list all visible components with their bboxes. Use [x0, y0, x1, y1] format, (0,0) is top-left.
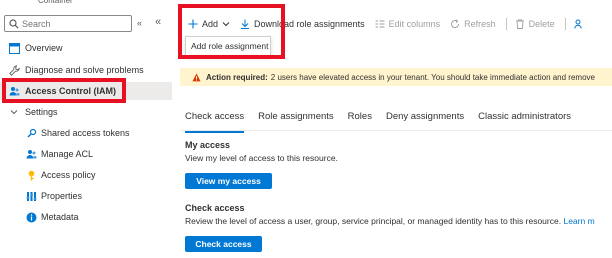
sidebar-item-label: Access policy — [41, 170, 96, 180]
sidebar-item-access-policy[interactable]: Access policy — [0, 166, 172, 184]
banner-text: 2 users have elevated access in your ten… — [270, 72, 595, 82]
sidebar-item-label: Overview — [25, 43, 63, 53]
sidebar: Container « « Overview Diagnose and solv… — [0, 0, 172, 258]
check-access-description-text: Review the level of access a user, group… — [185, 216, 562, 226]
download-icon — [241, 19, 250, 29]
sidebar-item-access-control[interactable]: Access Control (IAM) — [0, 82, 172, 100]
sidebar-item-metadata[interactable]: Metadata — [0, 208, 172, 226]
tab-deny-assignments[interactable]: Deny assignments — [386, 111, 464, 127]
sidebar-group-settings[interactable]: Settings — [0, 103, 172, 121]
edit-columns-label: Edit columns — [388, 19, 441, 29]
feedback-button[interactable] — [573, 19, 588, 29]
view-my-access-button[interactable]: View my access — [185, 173, 272, 189]
command-bar: Add Download role assignments Edit colum… — [180, 14, 612, 34]
delete-button[interactable]: Delete — [515, 19, 555, 29]
refresh-label: Refresh — [464, 19, 496, 29]
sidebar-group-label: Settings — [25, 107, 58, 117]
banner-strong-text: Action required: — [206, 72, 268, 82]
refresh-icon — [451, 19, 460, 29]
warning-icon — [192, 72, 201, 81]
refresh-button[interactable]: Refresh — [450, 19, 496, 29]
sidebar-item-label: Shared access tokens — [41, 128, 130, 138]
resource-type-label: Container — [38, 0, 73, 5]
sidebar-item-label: Metadata — [41, 212, 79, 222]
info-icon — [26, 212, 37, 223]
people-icon — [26, 150, 37, 159]
learn-more-link[interactable]: Learn m — [563, 216, 594, 226]
check-access-button[interactable]: Check access — [185, 236, 262, 252]
my-access-title: My access — [185, 140, 231, 150]
sidebar-item-overview[interactable]: Overview — [0, 39, 172, 57]
tabs-divider — [180, 130, 612, 131]
check-access-description: Review the level of access a user, group… — [185, 216, 595, 226]
sidebar-item-properties[interactable]: Properties — [0, 187, 172, 205]
tab-role-assignments[interactable]: Role assignments — [258, 111, 334, 127]
person-feedback-icon — [573, 19, 582, 29]
toolbar-divider — [505, 18, 507, 30]
sidebar-item-diagnose[interactable]: Diagnose and solve problems — [0, 61, 172, 79]
my-access-description: View my level of access to this resource… — [185, 153, 338, 163]
plus-icon — [188, 19, 198, 29]
check-access-title: Check access — [185, 203, 245, 213]
search-icon — [9, 18, 19, 29]
tab-check-access[interactable]: Check access — [185, 111, 245, 133]
sidebar-item-shared-access-tokens[interactable]: Shared access tokens — [0, 124, 172, 142]
delete-label: Delete — [528, 19, 555, 29]
tab-classic-administrators[interactable]: Classic administrators — [478, 111, 571, 127]
download-role-assignments-button[interactable]: Download role assignments — [240, 19, 365, 29]
properties-icon — [26, 192, 37, 201]
sidebar-item-manage-acl[interactable]: Manage ACL — [0, 145, 172, 163]
people-icon — [9, 87, 20, 96]
chevron-down-icon — [10, 110, 18, 115]
clear-search-icon[interactable]: « — [137, 18, 142, 28]
overview-icon — [9, 43, 20, 54]
sidebar-search[interactable] — [4, 15, 132, 32]
sidebar-item-label: Diagnose and solve problems — [25, 65, 144, 75]
sidebar-item-label: Properties — [41, 191, 83, 201]
search-input[interactable] — [22, 18, 122, 29]
toolbar-divider — [564, 18, 566, 30]
wrench-icon — [9, 65, 20, 76]
sidebar-item-label: Access Control (IAM) — [25, 86, 117, 96]
add-button[interactable]: Add — [188, 19, 230, 29]
warning-banner: Action required: 2 users have elevated a… — [180, 68, 612, 86]
columns-icon — [375, 20, 385, 28]
key-icon — [28, 170, 35, 181]
trash-icon — [515, 19, 524, 29]
collapse-sidebar-icon[interactable]: « — [155, 16, 161, 28]
tab-bar: Check access Role assignments Roles Deny… — [185, 111, 585, 133]
add-role-assignment-label: Add role assignment — [191, 41, 269, 51]
sidebar-item-label: Manage ACL — [41, 149, 94, 159]
download-button-label: Download role assignments — [254, 19, 365, 29]
add-menu-item-role-assignment[interactable]: Add role assignment — [185, 36, 271, 56]
tab-roles[interactable]: Roles — [348, 111, 372, 127]
key-link-icon — [27, 128, 37, 138]
add-button-label: Add — [202, 19, 219, 29]
edit-columns-button[interactable]: Edit columns — [375, 19, 441, 29]
chevron-down-icon — [222, 22, 230, 27]
